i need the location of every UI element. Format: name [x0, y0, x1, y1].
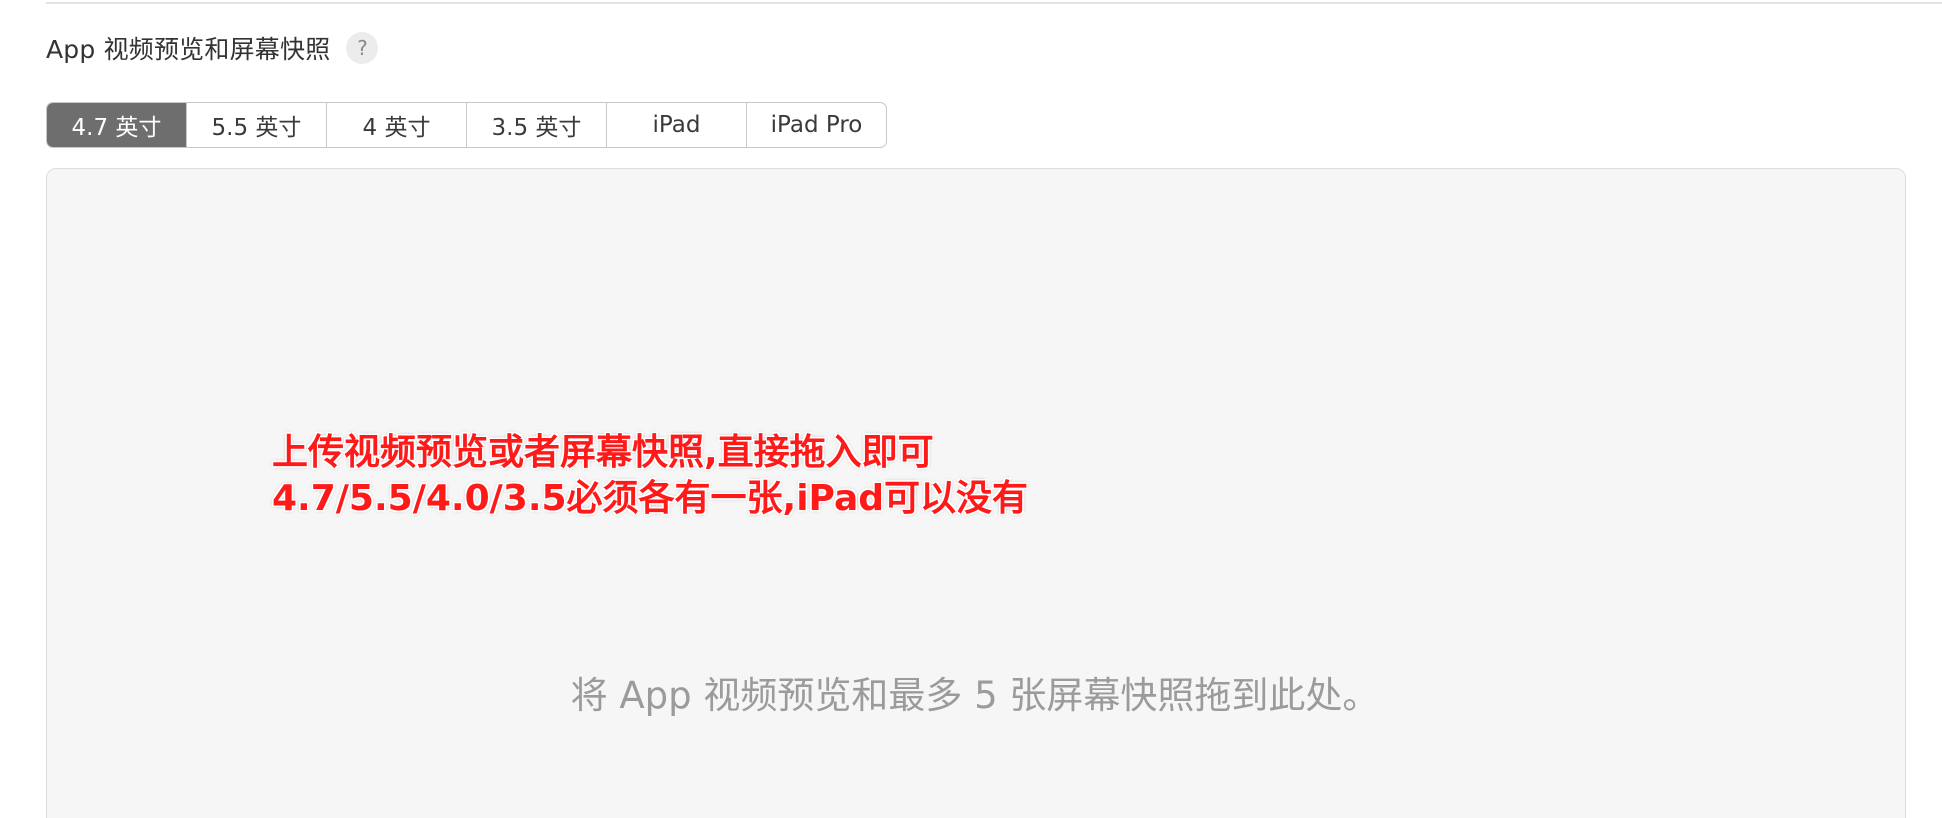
help-icon[interactable]: ? [346, 32, 379, 64]
tab-5-5-inch[interactable]: 5.5 英寸 [186, 103, 326, 147]
tab-ipad-pro[interactable]: iPad Pro [746, 103, 886, 147]
tab-4-7-inch[interactable]: 4.7 英寸 [47, 103, 186, 147]
red-annotation: 上传视频预览或者屏幕快照,直接拖入即可 4.7/5.5/4.0/3.5必须各有一… [272, 430, 1028, 522]
section-title: App 视频预览和屏幕快照 [46, 35, 331, 64]
annotation-line-1: 上传视频预览或者屏幕快照,直接拖入即可 [272, 432, 934, 473]
tab-4-inch[interactable]: 4 英寸 [326, 103, 466, 147]
tab-ipad[interactable]: iPad [606, 103, 746, 147]
app-preview-screenshots-page: App 视频预览和屏幕快照 ? 4.7 英寸 5.5 英寸 4 英寸 3.5 英… [0, 0, 1942, 818]
section-header: App 视频预览和屏幕快照 ? [46, 30, 379, 66]
device-size-tabs: 4.7 英寸 5.5 英寸 4 英寸 3.5 英寸 iPad iPad Pro [46, 102, 887, 148]
annotation-line-2: 4.7/5.5/4.0/3.5必须各有一张,iPad可以没有 [272, 478, 1029, 519]
dropzone-hint: 将 App 视频预览和最多 5 张屏幕快照拖到此处。 [570, 674, 1380, 717]
tab-3-5-inch[interactable]: 3.5 英寸 [466, 103, 606, 147]
top-divider [46, 2, 1942, 4]
